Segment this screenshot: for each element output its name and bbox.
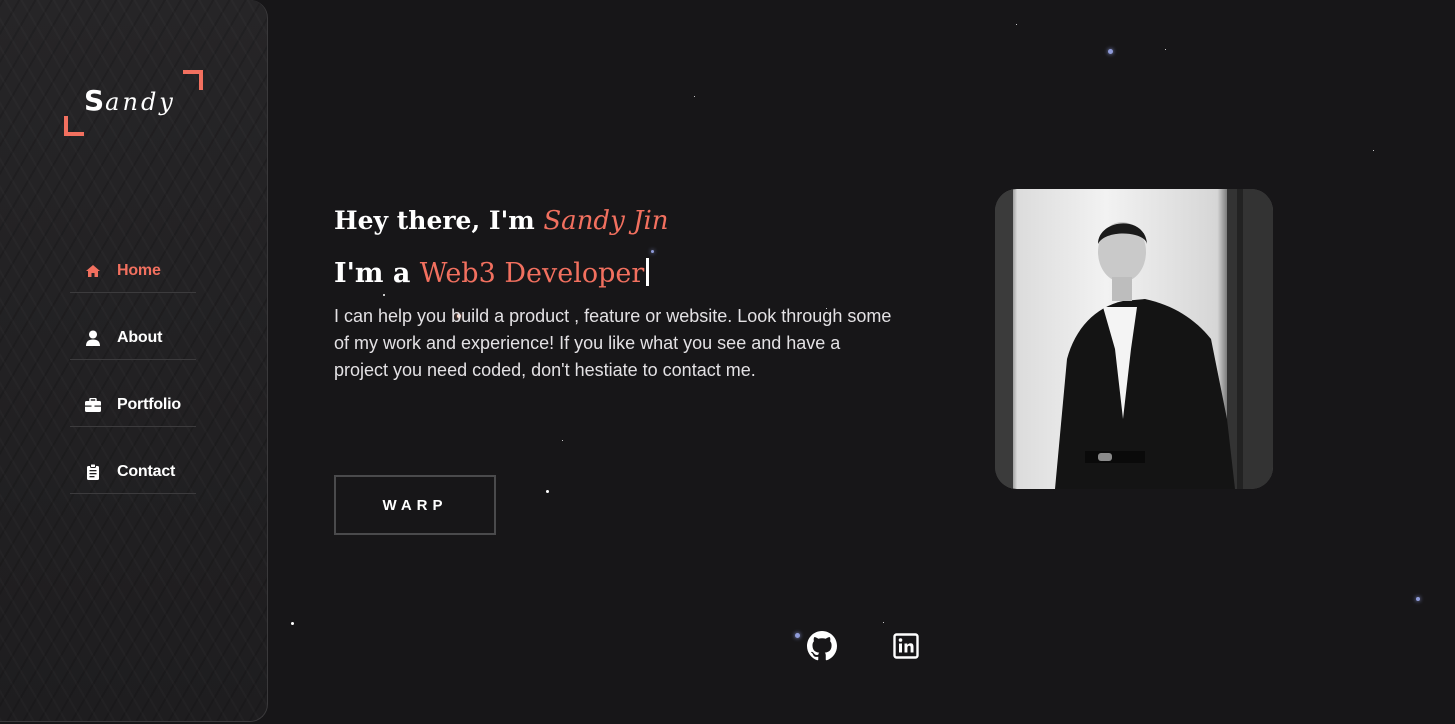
nav-item-label: Portfolio xyxy=(117,396,181,413)
clipboard-icon xyxy=(85,464,101,480)
github-link[interactable] xyxy=(806,630,838,666)
typing-cursor xyxy=(646,258,650,286)
logo-text: Sandy xyxy=(84,84,176,117)
role-prefix: I'm a xyxy=(334,258,420,289)
role-title: Web3 Developer xyxy=(419,258,645,289)
home-icon xyxy=(85,263,101,279)
nav-item-label: Contact xyxy=(117,463,176,480)
greeting-heading: Hey there, I'm Sandy Jin xyxy=(334,206,914,236)
role-heading: I'm a Web3 Developer xyxy=(334,258,914,289)
greeting-prefix: Hey there, I'm xyxy=(334,206,544,235)
profile-photo xyxy=(995,189,1273,489)
nav-item-home[interactable]: Home xyxy=(70,252,196,293)
linkedin-icon xyxy=(893,632,919,664)
nav-item-label: About xyxy=(117,329,163,346)
briefcase-icon xyxy=(85,397,101,413)
github-icon xyxy=(807,630,837,666)
bio-text: I can help you build a product , feature… xyxy=(334,306,892,380)
main-nav: Home About Portfolio Contact xyxy=(70,252,196,520)
nav-item-label: Home xyxy=(117,262,161,279)
logo-corner-bottom-left xyxy=(64,116,84,136)
nav-item-about[interactable]: About xyxy=(70,319,196,360)
hero-section: Hey there, I'm Sandy Jin I'm a Web3 Deve… xyxy=(334,206,914,384)
social-links xyxy=(806,630,922,666)
user-icon xyxy=(85,330,101,346)
logo[interactable]: Sandy xyxy=(64,70,203,136)
nav-item-portfolio[interactable]: Portfolio xyxy=(70,386,196,427)
owner-name: Sandy Jin xyxy=(543,206,669,236)
nav-item-contact[interactable]: Contact xyxy=(70,453,196,494)
sidebar: Sandy Home About Portfolio Contact xyxy=(0,0,268,722)
logo-corner-top-right xyxy=(183,70,203,90)
warp-button[interactable]: WARP xyxy=(334,475,496,535)
linkedin-link[interactable] xyxy=(890,632,922,664)
